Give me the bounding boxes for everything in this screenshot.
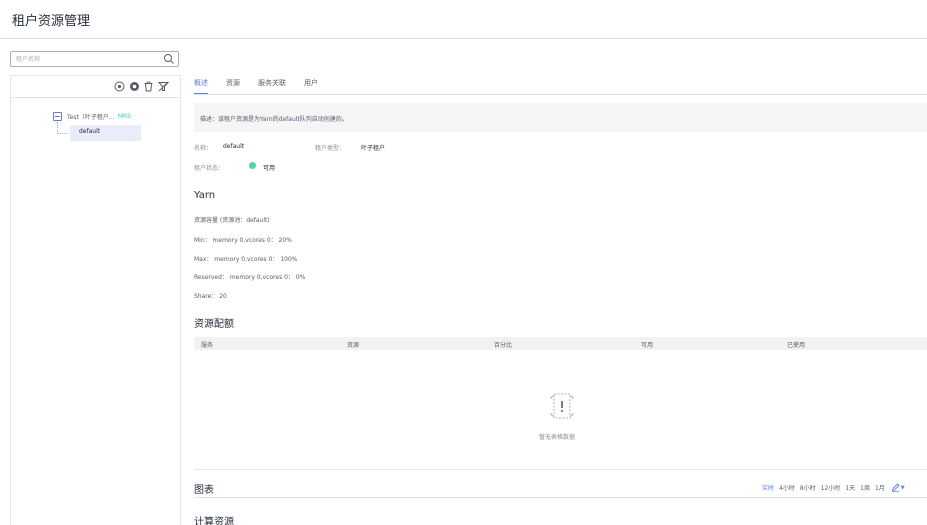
chart-section-title: 图表 xyxy=(194,485,214,496)
time-range-8h[interactable]: 8小时 xyxy=(800,483,816,492)
yarn-reserved: Reserved： memory 0,vcores 0： 0% xyxy=(194,274,306,281)
name-value: default xyxy=(223,143,245,150)
tree-node-default[interactable]: default xyxy=(70,125,141,141)
column-header-used[interactable]: 已使用 xyxy=(787,340,805,349)
tenant-status-label: 租户状态： xyxy=(194,165,225,172)
tree-connector-horizontal xyxy=(57,133,67,134)
add-circle-icon[interactable] xyxy=(114,81,125,92)
delete-icon[interactable] xyxy=(143,81,154,92)
dropdown-caret-icon[interactable]: ▼ xyxy=(901,485,905,491)
time-range-1w[interactable]: 1周 xyxy=(860,483,870,492)
yarn-share: Share： 20 xyxy=(194,293,227,300)
tab-resources[interactable]: 资源 xyxy=(226,78,240,95)
chart-divider xyxy=(194,469,927,470)
tenant-status-value: 可用 xyxy=(263,165,276,172)
tree-node-label: Test（叶子租户… xyxy=(67,113,115,121)
settings-icon[interactable] xyxy=(129,81,140,92)
tabs-divider xyxy=(194,94,927,95)
collapse-toggle-icon[interactable] xyxy=(53,111,62,121)
yarn-title: Yarn xyxy=(194,190,216,201)
resource-quota-title: 资源配额 xyxy=(194,319,234,330)
resource-capacity: 资源容量 (资源池：default) xyxy=(194,217,270,224)
time-range-realtime[interactable]: 实时 xyxy=(762,483,774,492)
tree-toolbar xyxy=(11,76,180,98)
tab-users[interactable]: 用户 xyxy=(304,78,318,95)
empty-data-icon xyxy=(550,393,574,419)
column-header-percentage[interactable]: 百分比 xyxy=(494,340,512,349)
time-range-1d[interactable]: 1天 xyxy=(845,483,855,492)
empty-table-text: 暂无表格数据 xyxy=(539,434,576,441)
time-range-12h[interactable]: 12小时 xyxy=(821,483,841,492)
yarn-max: Max： memory 0,vcores 0： 100% xyxy=(194,256,298,263)
name-label: 名称： xyxy=(194,145,213,152)
tenant-search-input[interactable] xyxy=(16,53,156,65)
description-bar: 描述：该租户资源是为Yarn的default队列自动创建的。 xyxy=(194,103,927,132)
tab-bar: 概述 资源 服务关联 用户 xyxy=(194,78,336,95)
filter-off-icon[interactable] xyxy=(158,81,169,92)
tenant-type-value: 叶子租户 xyxy=(361,145,386,152)
edit-icon[interactable] xyxy=(891,483,900,492)
page-title: 租户资源管理 xyxy=(12,14,91,29)
time-range-4h[interactable]: 4小时 xyxy=(779,483,795,492)
tree-node-test[interactable]: Test（叶子租户… MRS xyxy=(53,110,131,122)
tree-node-badge: MRS xyxy=(117,112,131,120)
time-range-selector: 实时 4小时 8小时 12小时 1天 1周 1月 ▼ xyxy=(762,483,905,492)
status-indicator-dot xyxy=(249,162,256,169)
search-icon[interactable] xyxy=(163,53,175,65)
tenant-tree-panel: Test（叶子租户… MRS default xyxy=(10,75,181,525)
column-header-resource[interactable]: 资源 xyxy=(347,340,359,349)
title-divider xyxy=(0,38,927,39)
compute-resources-title: 计算资源 xyxy=(194,517,234,525)
column-header-service[interactable]: 服务 xyxy=(201,340,213,349)
tab-overview[interactable]: 概述 xyxy=(194,78,208,95)
chart-header-divider xyxy=(194,497,927,498)
yarn-min: Min： memory 0,vcores 0： 20% xyxy=(194,237,292,244)
tenant-type-label: 租户类型： xyxy=(315,145,346,152)
time-range-1m[interactable]: 1月 xyxy=(875,483,885,492)
tab-service-association[interactable]: 服务关联 xyxy=(258,78,286,95)
tenant-search-box[interactable] xyxy=(10,51,179,67)
column-header-available[interactable]: 可用 xyxy=(641,340,653,349)
quota-table-header: 服务 资源 百分比 可用 已使用 xyxy=(194,337,927,350)
